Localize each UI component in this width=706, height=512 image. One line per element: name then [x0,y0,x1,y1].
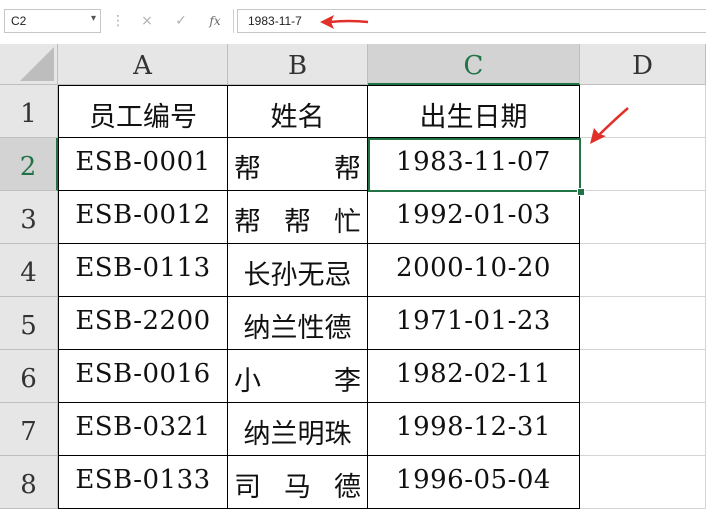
cell-a6[interactable]: ESB-0016 [58,350,228,403]
cell-a7[interactable]: ESB-0321 [58,403,228,456]
cell-value: 1982-02-11 [396,359,551,389]
cell-c8[interactable]: 1996-05-04 [368,456,580,509]
cell-a2[interactable]: ESB-0001 [58,138,228,191]
row-header-7[interactable]: 7 [0,403,58,456]
fill-handle[interactable] [577,188,585,196]
cell-a8[interactable]: ESB-0133 [58,456,228,509]
cell-d1[interactable] [580,85,706,138]
formula-bar: C2 ▾ ⋮ × ✓ fx 1983-11-7 [0,0,706,44]
cell-value: ESB-0133 [75,465,211,495]
cell-b5[interactable]: 纳兰性德 [228,297,368,350]
row-header-4[interactable]: 4 [0,244,58,297]
formula-bar-grip-icon: ⋮ [111,13,125,29]
name-box[interactable]: C2 ▾ [4,9,101,33]
cell-value: 姓名 [270,102,325,133]
cell-value: 1992-01-03 [396,200,551,230]
cell-value: 纳兰性德 [243,313,352,344]
cell-value: 小李 [234,366,361,397]
enter-icon[interactable]: ✓ [169,10,193,32]
cell-b2[interactable]: 帮帮 [228,138,368,191]
cell-value: ESB-0113 [75,253,211,283]
cell-value: 帮帮忙 [234,207,361,238]
cell-a5[interactable]: ESB-2200 [58,297,228,350]
formula-input-value: 1983-11-7 [248,14,302,28]
cell-d3[interactable] [580,191,706,244]
cell-value: 纳兰明珠 [243,419,352,450]
column-header-d[interactable]: D [580,44,706,85]
column-header-a[interactable]: A [58,44,228,85]
cell-value: ESB-2200 [75,306,211,336]
cell-c5[interactable]: 1971-01-23 [368,297,580,350]
cancel-icon[interactable]: × [135,10,159,32]
cell-value: ESB-0016 [75,359,211,389]
insert-function-icon[interactable]: fx [203,10,227,32]
cell-a4[interactable]: ESB-0113 [58,244,228,297]
row-header-2[interactable]: 2 [0,138,58,191]
cell-value: 1971-01-23 [396,306,551,336]
row-header-8[interactable]: 8 [0,456,58,509]
formula-input[interactable]: 1983-11-7 [237,9,706,33]
row-header-5[interactable]: 5 [0,297,58,350]
spreadsheet-grid: A B C D 1 2 3 4 5 6 7 8 员工编号 姓名 出生日期 ESB-0001 帮帮 1983-11-… [0,44,706,512]
cell-a3[interactable]: ESB-0012 [58,191,228,244]
cell-value: 1983-11-07 [396,147,551,177]
cell-value: 出生日期 [419,102,528,133]
cell-b1[interactable]: 姓名 [228,85,368,138]
row-header-3[interactable]: 3 [0,191,58,244]
cell-c4[interactable]: 2000-10-20 [368,244,580,297]
cell-b6[interactable]: 小李 [228,350,368,403]
formula-bar-divider [233,9,234,33]
cell-c6[interactable]: 1982-02-11 [368,350,580,403]
cell-a1[interactable]: 员工编号 [58,85,228,138]
cell-c3[interactable]: 1992-01-03 [368,191,580,244]
cell-b4[interactable]: 长孙无忌 [228,244,368,297]
cell-d8[interactable] [580,456,706,509]
row-header-1[interactable]: 1 [0,85,58,138]
chevron-down-icon[interactable]: ▾ [91,13,96,24]
cell-value: ESB-0001 [75,147,211,177]
column-header-b[interactable]: B [228,44,368,85]
cell-value: 司马德 [234,472,361,503]
cell-b3[interactable]: 帮帮忙 [228,191,368,244]
name-box-value: C2 [11,14,27,28]
cell-c7[interactable]: 1998-12-31 [368,403,580,456]
cell-value: 长孙无忌 [243,260,352,291]
row-header-6[interactable]: 6 [0,350,58,403]
cell-value: 帮帮 [234,154,361,185]
cell-d5[interactable] [580,297,706,350]
cell-c2[interactable]: 1983-11-07 [368,138,580,191]
cell-b7[interactable]: 纳兰明珠 [228,403,368,456]
cell-value: 1998-12-31 [396,412,551,442]
select-all-corner[interactable] [0,44,58,85]
cell-value: ESB-0012 [75,200,211,230]
cell-value: ESB-0321 [75,412,211,442]
cell-d7[interactable] [580,403,706,456]
cell-d4[interactable] [580,244,706,297]
cell-value: 1996-05-04 [396,465,551,495]
cell-b8[interactable]: 司马德 [228,456,368,509]
cell-value: 2000-10-20 [396,253,551,283]
cell-value: 员工编号 [89,102,197,133]
cell-d2[interactable] [580,138,706,191]
column-header-c[interactable]: C [368,44,580,85]
cell-d6[interactable] [580,350,706,403]
cell-c1[interactable]: 出生日期 [368,85,580,138]
